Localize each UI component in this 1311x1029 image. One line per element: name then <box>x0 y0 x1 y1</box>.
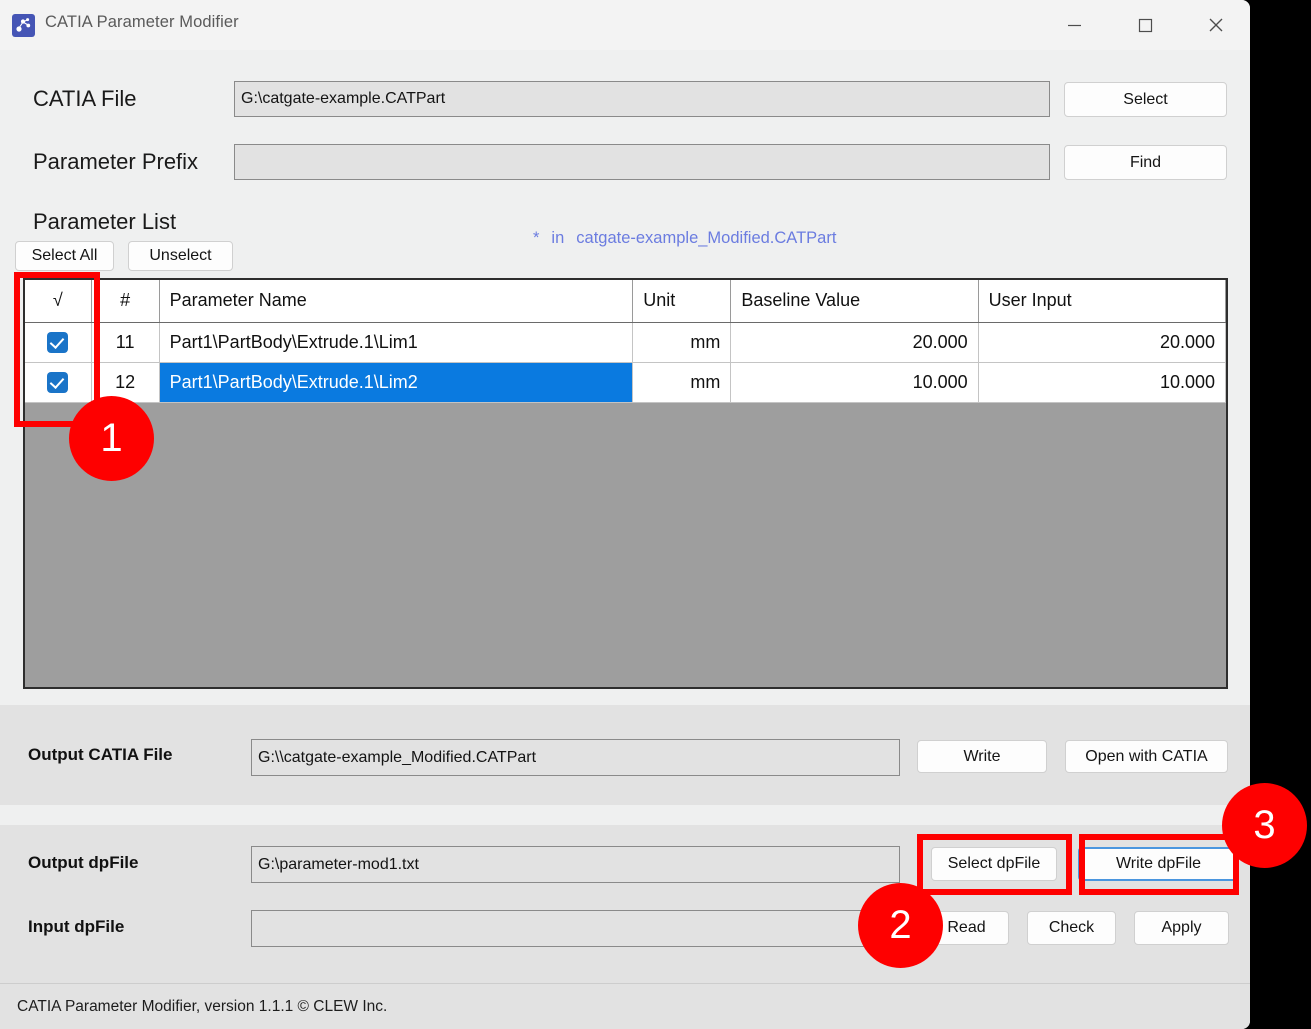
title-bar: CATIA Parameter Modifier <box>0 0 1250 50</box>
column-header-unit[interactable]: Unit <box>632 280 732 323</box>
row-checkbox-cell[interactable] <box>25 322 92 363</box>
app-dots-icon <box>12 14 35 37</box>
row-checkbox-cell[interactable] <box>25 362 92 403</box>
table-header-row: √ # Parameter Name Unit Baseline Value U… <box>25 280 1226 323</box>
parameter-table: √ # Parameter Name Unit Baseline Value U… <box>25 280 1226 403</box>
modified-file-note: * in catgate-example_Modified.CATPart <box>533 229 836 248</box>
input-dpfile-input[interactable] <box>251 910 900 947</box>
output-dpfile-label: Output dpFile <box>28 853 139 872</box>
application-window: CATIA Parameter Modifier CATIA File G:\c… <box>0 0 1250 1029</box>
status-bar: CATIA Parameter Modifier, version 1.1.1 … <box>0 983 1250 1029</box>
input-dpfile-label: Input dpFile <box>28 917 125 936</box>
minimize-icon[interactable] <box>1051 0 1097 50</box>
write-dpfile-button[interactable]: Write dpFile <box>1078 847 1239 881</box>
parameter-table-container[interactable]: √ # Parameter Name Unit Baseline Value U… <box>23 278 1228 689</box>
output-dpfile-input[interactable]: G:\parameter-mod1.txt <box>251 846 900 883</box>
select-button[interactable]: Select <box>1064 82 1227 117</box>
column-header-check[interactable]: √ <box>25 280 92 323</box>
window-title: CATIA Parameter Modifier <box>45 13 239 31</box>
catia-file-input[interactable]: G:\catgate-example.CATPart <box>234 81 1050 117</box>
parameter-prefix-input[interactable] <box>234 144 1050 180</box>
maximize-icon[interactable] <box>1122 0 1168 50</box>
row-unit: mm <box>632 362 732 403</box>
select-dpfile-button[interactable]: Select dpFile <box>931 847 1057 881</box>
table-row[interactable]: 12 Part1\PartBody\Extrude.1\Lim2 mm 10.0… <box>25 362 1226 403</box>
status-bar-text: CATIA Parameter Modifier, version 1.1.1 … <box>17 998 388 1015</box>
output-catia-file-input[interactable]: G:\\catgate-example_Modified.CATPart <box>251 739 900 776</box>
read-button[interactable]: Read <box>924 911 1009 945</box>
check-button[interactable]: Check <box>1027 911 1116 945</box>
unselect-button[interactable]: Unselect <box>128 241 233 271</box>
row-user-input[interactable]: 10.000 <box>978 362 1226 403</box>
note-in-word: in <box>551 229 565 247</box>
find-button[interactable]: Find <box>1064 145 1227 180</box>
row-checkbox[interactable] <box>47 371 69 393</box>
column-header-user-input[interactable]: User Input <box>978 280 1226 323</box>
row-baseline-value: 20.000 <box>730 322 979 363</box>
column-header-index[interactable]: # <box>91 280 160 323</box>
table-row[interactable]: 11 Part1\PartBody\Extrude.1\Lim1 mm 20.0… <box>25 322 1226 363</box>
catia-file-label: CATIA File <box>33 86 137 111</box>
open-with-catia-button[interactable]: Open with CATIA <box>1065 740 1228 773</box>
row-parameter-name[interactable]: Part1\PartBody\Extrude.1\Lim1 <box>159 322 634 363</box>
column-header-parameter-name[interactable]: Parameter Name <box>159 280 634 323</box>
row-baseline-value: 10.000 <box>730 362 979 403</box>
parameter-prefix-label: Parameter Prefix <box>33 149 199 174</box>
output-catia-file-label: Output CATIA File <box>28 745 173 764</box>
row-index: 12 <box>91 362 160 403</box>
row-parameter-name[interactable]: Part1\PartBody\Extrude.1\Lim2 <box>159 362 634 403</box>
row-user-input[interactable]: 20.000 <box>978 322 1226 363</box>
select-all-button[interactable]: Select All <box>15 241 114 271</box>
row-index: 11 <box>91 322 160 363</box>
column-header-baseline-value[interactable]: Baseline Value <box>730 280 979 323</box>
row-checkbox[interactable] <box>47 331 69 353</box>
note-filename: catgate-example_Modified.CATPart <box>576 229 837 247</box>
close-icon[interactable] <box>1193 0 1239 50</box>
panel-divider <box>0 805 1250 825</box>
write-button[interactable]: Write <box>917 740 1047 773</box>
apply-button[interactable]: Apply <box>1134 911 1229 945</box>
note-star: * <box>533 229 540 247</box>
parameter-list-title: Parameter List <box>33 209 177 234</box>
row-unit: mm <box>632 322 732 363</box>
